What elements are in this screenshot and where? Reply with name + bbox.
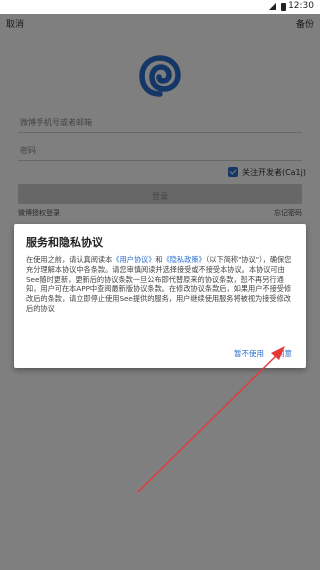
disagree-button[interactable]: 暂不使用: [234, 348, 264, 359]
status-bar: 12:30: [0, 0, 320, 14]
user-agreement-link[interactable]: 《用户协议》: [112, 255, 155, 264]
signal-icon: [269, 3, 276, 10]
privacy-dialog: 服务和隐私协议 在使用之前，请认真阅读本《用户协议》和《隐私政策》（以下简称"协…: [14, 224, 306, 368]
dialog-body-and: 和: [155, 255, 163, 264]
dialog-body-intro: 在使用之前，请认真阅读本: [26, 255, 113, 264]
agree-button[interactable]: 同意: [277, 348, 292, 359]
privacy-policy-link[interactable]: 《隐私政策》: [163, 255, 206, 264]
dialog-body: 在使用之前，请认真阅读本《用户协议》和《隐私政策》（以下简称"协议"），确保您充…: [26, 255, 294, 314]
status-time: 12:30: [288, 1, 314, 11]
dialog-title: 服务和隐私协议: [26, 236, 103, 249]
battery-icon: [281, 3, 286, 11]
